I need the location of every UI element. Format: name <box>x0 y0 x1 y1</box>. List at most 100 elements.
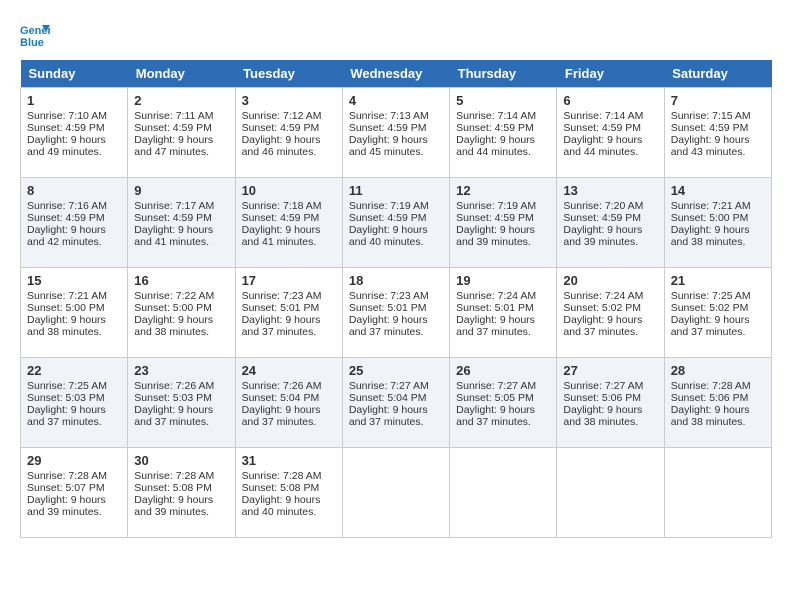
day-number: 30 <box>134 453 228 468</box>
day-info: Daylight: 9 hours <box>671 134 765 146</box>
day-info: and 41 minutes. <box>242 236 336 248</box>
calendar-cell: 29Sunrise: 7:28 AMSunset: 5:07 PMDayligh… <box>21 448 128 538</box>
calendar-cell: 25Sunrise: 7:27 AMSunset: 5:04 PMDayligh… <box>342 358 449 448</box>
calendar-cell: 14Sunrise: 7:21 AMSunset: 5:00 PMDayligh… <box>664 178 771 268</box>
day-info: Sunset: 4:59 PM <box>349 212 443 224</box>
day-header-saturday: Saturday <box>664 60 771 88</box>
day-info: Sunset: 5:00 PM <box>134 302 228 314</box>
calendar-header: SundayMondayTuesdayWednesdayThursdayFrid… <box>21 60 772 88</box>
day-info: Daylight: 9 hours <box>671 314 765 326</box>
calendar-cell: 31 Sunrise: 7:28 AMSunset: 5:08 PMDayligh… <box>235 448 342 538</box>
day-info: and 44 minutes. <box>456 146 550 158</box>
day-info: Sunrise: 7:22 AM <box>134 290 228 302</box>
day-number: 12 <box>456 183 550 198</box>
day-info: and 40 minutes. <box>242 506 336 518</box>
day-info: Sunset: 5:01 PM <box>456 302 550 314</box>
day-info: Daylight: 9 hours <box>349 404 443 416</box>
day-info: and 37 minutes. <box>242 416 336 428</box>
day-info: Daylight: 9 hours <box>134 224 228 236</box>
day-info: Daylight: 9 hours <box>27 404 121 416</box>
day-info: and 49 minutes. <box>27 146 121 158</box>
calendar-cell: 18Sunrise: 7:23 AMSunset: 5:01 PMDayligh… <box>342 268 449 358</box>
calendar-cell: 13Sunrise: 7:20 AMSunset: 4:59 PMDayligh… <box>557 178 664 268</box>
day-info: and 37 minutes. <box>671 326 765 338</box>
day-info: Sunrise: 7:28 AM <box>671 380 765 392</box>
day-info: and 37 minutes. <box>456 416 550 428</box>
day-info: and 39 minutes. <box>563 236 657 248</box>
day-info: Sunset: 4:59 PM <box>27 122 121 134</box>
day-number: 15 <box>27 273 121 288</box>
day-info: Sunrise: 7:23 AM <box>349 290 443 302</box>
calendar-cell: 10Sunrise: 7:18 AMSunset: 4:59 PMDayligh… <box>235 178 342 268</box>
day-info: Sunset: 4:59 PM <box>242 212 336 224</box>
calendar-cell: 20 Sunrise: 7:24 AMSunset: 5:02 PMDayligh… <box>557 268 664 358</box>
day-number: 28 <box>671 363 765 378</box>
day-info: Daylight: 9 hours <box>456 134 550 146</box>
day-number: 1 <box>27 93 121 108</box>
day-info: Sunrise: 7:26 AM <box>134 380 228 392</box>
day-info: and 39 minutes. <box>456 236 550 248</box>
day-info: Sunrise: 7:28 AM <box>27 470 121 482</box>
day-number: 25 <box>349 363 443 378</box>
day-info: Sunrise: 7:16 AM <box>27 200 121 212</box>
day-info: Sunset: 5:06 PM <box>563 392 657 404</box>
day-info: Sunset: 5:03 PM <box>134 392 228 404</box>
day-info: and 38 minutes. <box>671 236 765 248</box>
day-info: Sunset: 5:02 PM <box>563 302 657 314</box>
calendar-cell: 26Sunrise: 7:27 AMSunset: 5:05 PMDayligh… <box>450 358 557 448</box>
day-info: Daylight: 9 hours <box>27 134 121 146</box>
day-number: 31 <box>242 453 336 468</box>
day-info: Daylight: 9 hours <box>242 224 336 236</box>
day-number: 20 <box>563 273 657 288</box>
day-info: Sunset: 5:00 PM <box>27 302 121 314</box>
day-info: Sunset: 4:59 PM <box>134 212 228 224</box>
calendar-cell: 22Sunrise: 7:25 AMSunset: 5:03 PMDayligh… <box>21 358 128 448</box>
calendar-cell <box>342 448 449 538</box>
day-info: Sunrise: 7:27 AM <box>563 380 657 392</box>
day-info: and 41 minutes. <box>134 236 228 248</box>
day-info: Sunrise: 7:20 AM <box>563 200 657 212</box>
day-info: Sunset: 5:08 PM <box>134 482 228 494</box>
day-info: Daylight: 9 hours <box>242 494 336 506</box>
calendar-cell: 1Sunrise: 7:10 AMSunset: 4:59 PMDaylight… <box>21 88 128 178</box>
week-row: 22Sunrise: 7:25 AMSunset: 5:03 PMDayligh… <box>21 358 772 448</box>
calendar-cell: 2Sunrise: 7:11 AMSunset: 4:59 PMDaylight… <box>128 88 235 178</box>
day-number: 4 <box>349 93 443 108</box>
day-info: Daylight: 9 hours <box>134 134 228 146</box>
day-number: 29 <box>27 453 121 468</box>
calendar-cell: 21Sunrise: 7:25 AMSunset: 5:02 PMDayligh… <box>664 268 771 358</box>
day-number: 17 <box>242 273 336 288</box>
day-number: 10 <box>242 183 336 198</box>
day-info: Sunrise: 7:28 AM <box>242 470 336 482</box>
day-info: Sunset: 5:06 PM <box>671 392 765 404</box>
header-row: SundayMondayTuesdayWednesdayThursdayFrid… <box>21 60 772 88</box>
day-info: Sunset: 5:05 PM <box>456 392 550 404</box>
day-number: 2 <box>134 93 228 108</box>
week-row: 8Sunrise: 7:16 AMSunset: 4:59 PMDaylight… <box>21 178 772 268</box>
day-info: and 46 minutes. <box>242 146 336 158</box>
day-info: and 47 minutes. <box>134 146 228 158</box>
day-number: 9 <box>134 183 228 198</box>
day-number: 5 <box>456 93 550 108</box>
day-info: Sunrise: 7:21 AM <box>671 200 765 212</box>
day-info: Sunset: 5:02 PM <box>671 302 765 314</box>
day-info: and 38 minutes. <box>563 416 657 428</box>
calendar-cell: 23Sunrise: 7:26 AMSunset: 5:03 PMDayligh… <box>128 358 235 448</box>
calendar-cell: 8Sunrise: 7:16 AMSunset: 4:59 PMDaylight… <box>21 178 128 268</box>
day-info: Sunrise: 7:24 AM <box>563 290 657 302</box>
day-info: Sunset: 5:08 PM <box>242 482 336 494</box>
day-info: Daylight: 9 hours <box>563 314 657 326</box>
day-info: Sunrise: 7:19 AM <box>349 200 443 212</box>
day-info: Sunset: 4:59 PM <box>242 122 336 134</box>
day-header-wednesday: Wednesday <box>342 60 449 88</box>
day-info: Sunset: 5:03 PM <box>27 392 121 404</box>
day-info: Sunset: 4:59 PM <box>134 122 228 134</box>
day-info: Daylight: 9 hours <box>242 314 336 326</box>
day-info: Sunset: 5:07 PM <box>27 482 121 494</box>
day-info: Daylight: 9 hours <box>349 134 443 146</box>
day-header-tuesday: Tuesday <box>235 60 342 88</box>
day-number: 6 <box>563 93 657 108</box>
day-info: and 38 minutes. <box>134 326 228 338</box>
day-info: and 37 minutes. <box>349 326 443 338</box>
day-info: and 39 minutes. <box>134 506 228 518</box>
